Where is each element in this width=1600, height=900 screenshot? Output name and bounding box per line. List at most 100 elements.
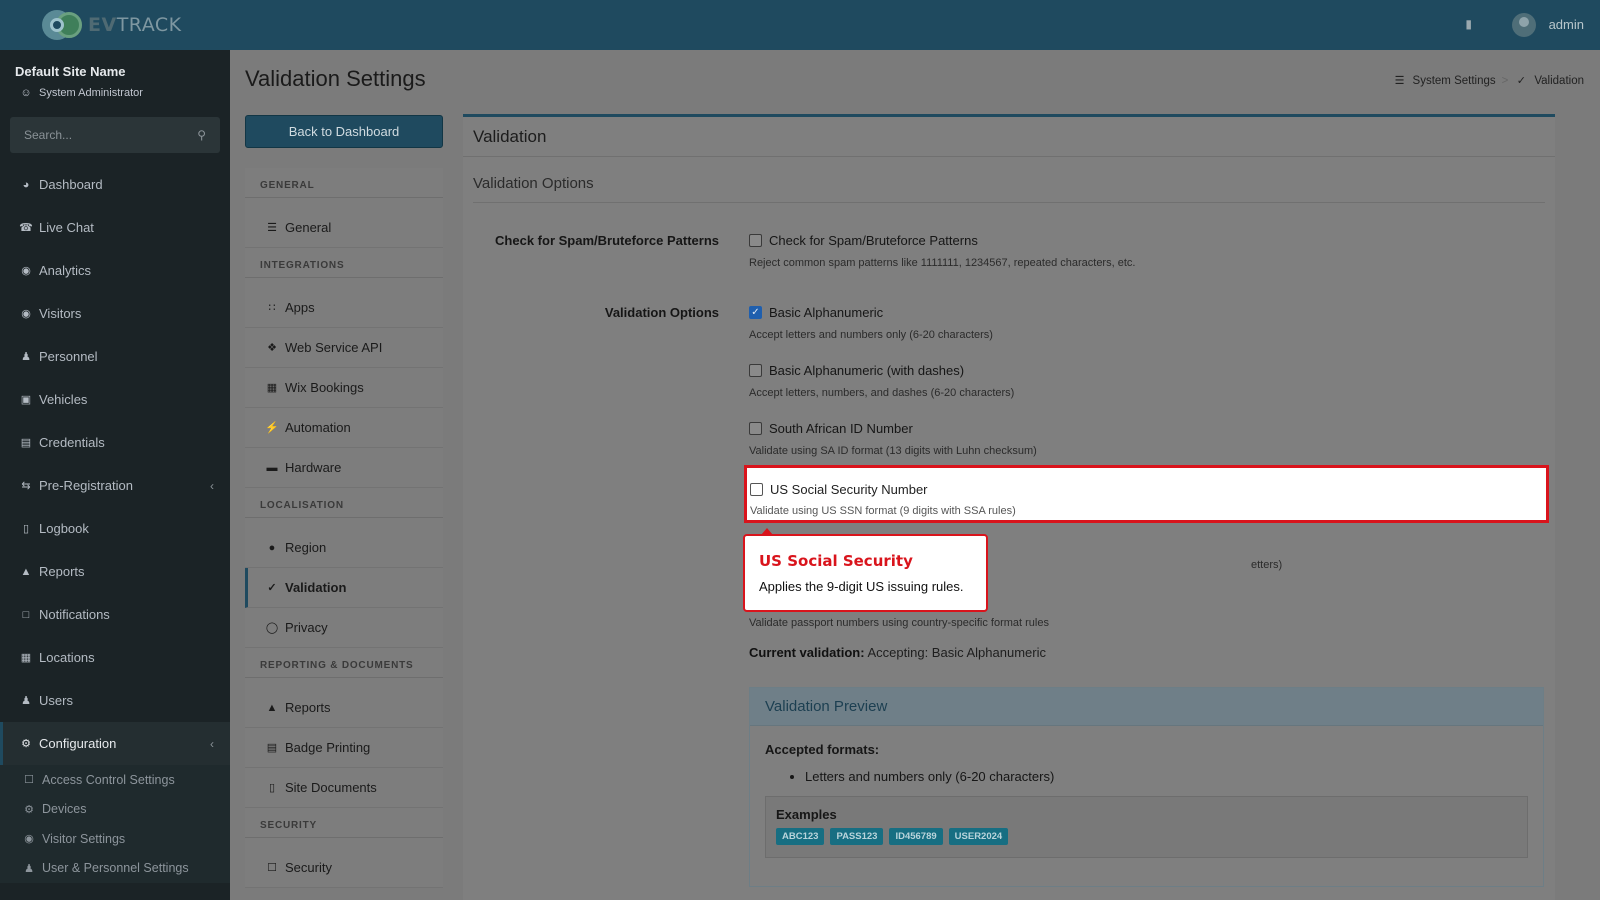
- accepted-formats-list: Letters and numbers only (6-20 character…: [805, 769, 1528, 784]
- subnav-item-user-personnel-settings[interactable]: ♟ User & Personnel Settings: [0, 854, 230, 884]
- subnav-item-access-control[interactable]: ☐ Access Control Settings: [0, 765, 230, 795]
- panel-title: Validation: [463, 117, 1555, 157]
- tooltip-body: Applies the 9-digit US issuing rules.: [759, 579, 964, 594]
- site-info: Default Site Name ☺ System Administrator: [0, 50, 230, 107]
- sidebar-item-label: Analytics: [39, 263, 92, 278]
- network-icon: ❖: [267, 342, 277, 354]
- breadcrumb-system-settings[interactable]: System Settings: [1413, 75, 1496, 87]
- settings-item-region[interactable]: ● Region: [245, 528, 443, 568]
- sidebar-item-logbook[interactable]: ▯ Logbook: [0, 507, 230, 550]
- section-security: SECURITY: [245, 808, 443, 838]
- settings-item-wix-bookings[interactable]: ▦ Wix Bookings: [245, 368, 443, 408]
- user-tie-icon: ♟: [21, 351, 31, 363]
- sidebar-search-input[interactable]: Search... ⚲: [10, 117, 220, 153]
- example-badge: USER2024: [948, 828, 1009, 845]
- book-icon[interactable]: ▮: [1465, 17, 1472, 31]
- settings-item-privacy[interactable]: ◯ Privacy: [245, 608, 443, 648]
- help-text: Validate passport numbers using country-…: [749, 617, 1049, 629]
- example-badge: ABC123: [776, 828, 825, 845]
- sidebar-item-analytics[interactable]: ◉ Analytics: [0, 249, 230, 292]
- subnav-item-visitor-settings[interactable]: ◉ Visitor Settings: [0, 824, 230, 854]
- print-icon: ▤: [266, 742, 278, 754]
- checkbox-label: South African ID Number: [769, 421, 913, 436]
- help-text: etters): [1251, 559, 1283, 571]
- checkbox[interactable]: [749, 422, 762, 435]
- breadcrumb: ☰ System Settings > ✓ Validation: [1393, 74, 1584, 88]
- avatar[interactable]: [1512, 13, 1536, 37]
- book-icon: ▯: [22, 523, 30, 535]
- checkbox-label: US Social Security Number: [770, 482, 928, 497]
- settings-item-validation[interactable]: ✓ Validation: [245, 568, 443, 608]
- checkbox[interactable]: [749, 364, 762, 377]
- settings-item-hardware[interactable]: ▬ Hardware: [245, 448, 443, 488]
- checkbox[interactable]: [749, 234, 762, 247]
- sidebar-item-users[interactable]: ♟ Users: [0, 679, 230, 722]
- eye-icon: ◉: [21, 308, 31, 320]
- sidebar-item-label: Credentials: [39, 435, 105, 450]
- current-validation-value: Accepting: Basic Alphanumeric: [867, 645, 1046, 660]
- settings-item-automation[interactable]: ⚡ Automation: [245, 408, 443, 448]
- list-icon: ☰: [267, 222, 277, 234]
- current-validation: Current validation: Accepting: Basic Alp…: [749, 645, 1046, 660]
- eye-icon: ◉: [24, 833, 34, 846]
- comment-icon: □: [22, 608, 30, 621]
- checkbox[interactable]: [750, 483, 763, 496]
- spam-check-checkbox[interactable]: Check for Spam/Bruteforce Patterns: [749, 233, 1135, 248]
- sidebar-item-notifications[interactable]: □ Notifications: [0, 593, 230, 636]
- target-icon: ◉: [21, 265, 31, 277]
- user-menu[interactable]: admin: [1549, 17, 1584, 32]
- examples-title: Examples: [776, 807, 837, 822]
- sidebar-item-personnel[interactable]: ♟ Personnel: [0, 335, 230, 378]
- help-text: Validate using US SSN format (9 digits w…: [750, 505, 1016, 517]
- sidebar-item-label: Reports: [39, 564, 85, 579]
- settings-item-label: Privacy: [285, 620, 328, 635]
- search-placeholder: Search...: [24, 128, 73, 142]
- settings-item-general[interactable]: ☰ General: [245, 208, 443, 248]
- gear-icon: ⚙: [21, 738, 31, 750]
- settings-item-label: Automation: [285, 420, 351, 435]
- sidebar-item-dashboard[interactable]: ◕ Dashboard: [0, 163, 230, 206]
- validation-options-label: Validation Options: [604, 305, 719, 320]
- sidebar-item-label: Configuration: [39, 736, 117, 751]
- section-integrations: INTEGRATIONS: [245, 248, 443, 278]
- settings-item-apps[interactable]: ∷ Apps: [245, 288, 443, 328]
- sidebar-item-visitors[interactable]: ◉ Visitors: [0, 292, 230, 335]
- settings-item-web-service-api[interactable]: ❖ Web Service API: [245, 328, 443, 368]
- logo[interactable]: EVTRACK: [0, 0, 230, 50]
- back-to-dashboard-button[interactable]: Back to Dashboard: [245, 115, 443, 148]
- settings-item-reports[interactable]: ▲ Reports: [245, 688, 443, 728]
- top-navbar: ▮ admin: [230, 0, 1600, 50]
- settings-item-label: Apps: [285, 300, 315, 315]
- current-validation-label: Current validation:: [749, 645, 865, 660]
- list-item: Letters and numbers only (6-20 character…: [805, 769, 1528, 784]
- sidebar-item-label: Notifications: [39, 607, 110, 622]
- breadcrumb-separator: >: [1501, 74, 1509, 87]
- settings-item-security[interactable]: ☐ Security: [245, 848, 443, 888]
- sidebar-item-vehicles[interactable]: ▣ Vehicles: [0, 378, 230, 421]
- subnav-item-devices[interactable]: ⚙ Devices: [0, 795, 230, 825]
- settings-item-label: Validation: [285, 580, 347, 595]
- sa-id-checkbox[interactable]: South African ID Number: [749, 421, 1037, 436]
- checkbox-label: Check for Spam/Bruteforce Patterns: [769, 233, 978, 248]
- sidebar-item-reports[interactable]: ▲ Reports: [0, 550, 230, 593]
- basic-alphanumeric-checkbox[interactable]: ✓ Basic Alphanumeric: [749, 305, 993, 320]
- search-icon[interactable]: ⚲: [197, 128, 206, 142]
- sidebar-item-live-chat[interactable]: ☎ Live Chat: [0, 206, 230, 249]
- basic-alphanumeric-dashes-checkbox[interactable]: Basic Alphanumeric (with dashes): [749, 363, 1014, 378]
- sidebar-item-pre-registration[interactable]: ⇆ Pre-Registration ‹: [0, 464, 230, 507]
- section-localisation: LOCALISATION: [245, 488, 443, 518]
- help-text: Reject common spam patterns like 1111111…: [749, 257, 1136, 269]
- us-ssn-checkbox[interactable]: US Social Security Number: [750, 482, 1546, 497]
- settings-item-badge-printing[interactable]: ▤ Badge Printing: [245, 728, 443, 768]
- option-basic-alphanumeric: ✓ Basic Alphanumeric Accept letters and n…: [749, 305, 993, 341]
- us-ssn-tooltip: US Social Security Applies the 9-digit U…: [743, 528, 988, 612]
- chart-icon: ▲: [20, 565, 32, 578]
- sidebar-item-credentials[interactable]: ▤ Credentials: [0, 421, 230, 464]
- sidebar-item-configuration[interactable]: ⚙ Configuration ‹: [0, 722, 230, 765]
- logo-text: EVTRACK: [88, 14, 182, 36]
- settings-item-site-documents[interactable]: ▯ Site Documents: [245, 768, 443, 808]
- checkbox-checked-icon[interactable]: ✓: [749, 306, 762, 319]
- sidebar-item-locations[interactable]: ▦ Locations: [0, 636, 230, 679]
- subnav-item-label: Visitor Settings: [42, 831, 126, 846]
- validation-preview: Validation Preview Accepted formats: Let…: [749, 687, 1544, 887]
